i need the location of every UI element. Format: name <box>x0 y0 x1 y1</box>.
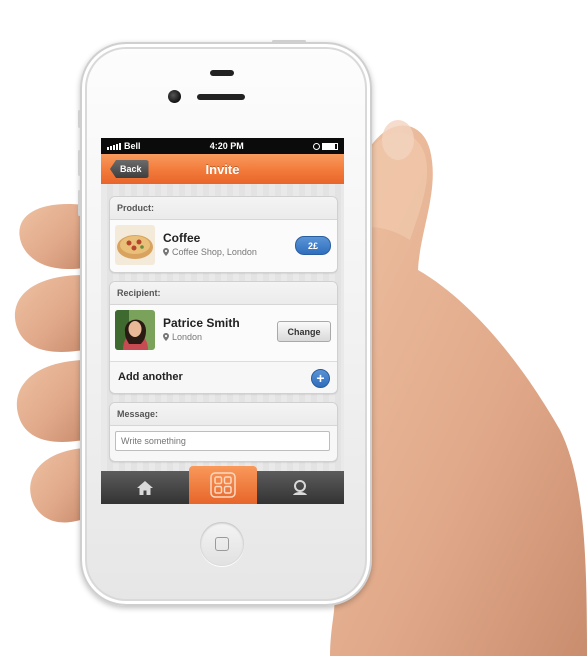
home-icon <box>136 480 153 495</box>
message-input[interactable] <box>115 431 330 451</box>
signal-icon <box>107 142 121 150</box>
recipient-name: Patrice Smith <box>163 316 240 330</box>
side-button-mute <box>78 110 81 128</box>
recipient-row: Patrice Smith London Change <box>110 305 337 361</box>
tab-profile[interactable] <box>257 471 345 504</box>
price-badge: 2£ <box>295 236 331 255</box>
recipient-location: London <box>163 332 202 342</box>
page-title: Invite <box>205 161 240 177</box>
product-card: Product: Coffee Coffee Shop, London 2£ <box>109 196 338 273</box>
product-location-text: Coffee Shop, London <box>172 247 257 257</box>
grid-icon <box>209 472 236 498</box>
status-bar: Bell 4:20 PM <box>101 138 344 154</box>
product-thumbnail <box>115 225 155 265</box>
product-location: Coffee Shop, London <box>163 247 257 257</box>
power-button <box>272 40 306 43</box>
phone-screen: Bell 4:20 PM Back Invite Product: Coffee… <box>101 138 344 504</box>
add-icon[interactable]: + <box>311 369 330 388</box>
front-camera <box>168 90 181 103</box>
battery-icon <box>313 142 338 150</box>
location-pin-icon <box>163 248 169 256</box>
recipient-card: Recipient: Patrice Smith London Change A… <box>109 281 338 394</box>
location-pin-icon <box>163 333 169 341</box>
tab-grid[interactable] <box>188 466 257 504</box>
change-recipient-button[interactable]: Change <box>277 321 331 342</box>
product-row[interactable]: Coffee Coffee Shop, London 2£ <box>110 220 337 272</box>
earpiece-speaker <box>197 94 245 100</box>
product-name: Coffee <box>163 231 201 245</box>
back-button[interactable]: Back <box>110 160 149 178</box>
add-another-row[interactable]: Add another + <box>110 361 337 393</box>
invite-form: Product: Coffee Coffee Shop, London 2£ R… <box>101 184 344 471</box>
tab-home[interactable] <box>101 471 189 504</box>
nav-bar: Back Invite <box>101 154 344 184</box>
recipient-section-label: Recipient: <box>110 282 337 305</box>
clock: 4:20 PM <box>209 141 244 151</box>
profile-icon <box>293 479 308 495</box>
message-card: Message: <box>109 402 338 462</box>
recipient-location-text: London <box>172 332 203 342</box>
tab-bar <box>101 466 345 504</box>
product-section-label: Product: <box>110 197 337 220</box>
carrier-label: Bell <box>124 141 141 151</box>
home-button[interactable] <box>200 522 244 566</box>
recipient-avatar <box>115 310 155 350</box>
side-button-volume-down <box>78 190 81 216</box>
earpiece-top <box>210 70 234 76</box>
add-another-label: Add another <box>118 371 183 383</box>
side-button-volume-up <box>78 150 81 176</box>
message-section-label: Message: <box>110 403 337 426</box>
